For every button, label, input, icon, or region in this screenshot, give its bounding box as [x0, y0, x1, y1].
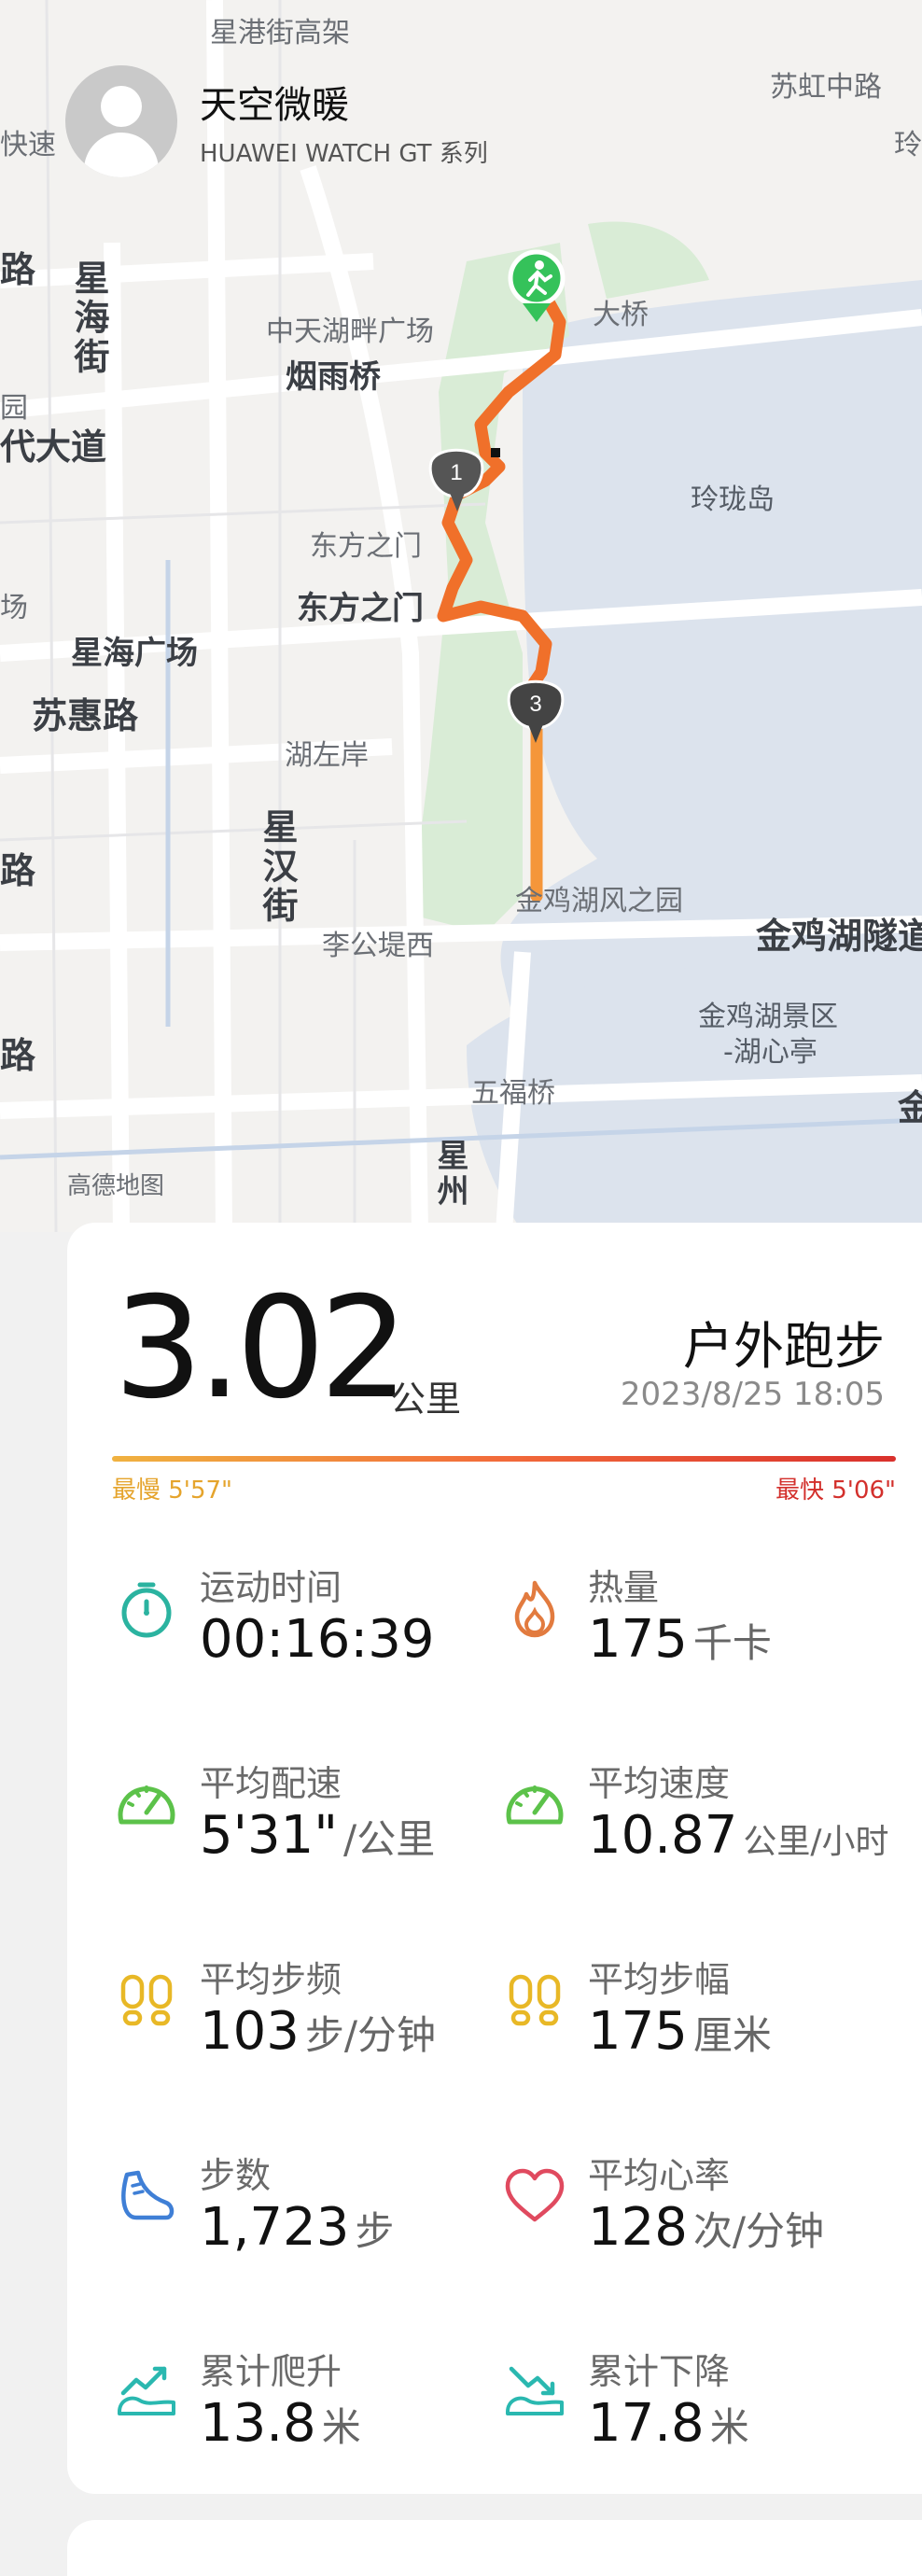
- stat-label: 平均心率: [588, 2155, 731, 2196]
- map-label: 苏虹中路: [770, 71, 882, 104]
- speedometer-icon: [506, 1785, 564, 1825]
- map-logo: 高德地图: [67, 1172, 165, 1200]
- fastest-pace: 最快 5'06": [775, 1477, 896, 1505]
- map-label: 东方之门: [297, 590, 424, 627]
- climb-icon: [118, 2366, 175, 2415]
- stat-unit: 米: [709, 2404, 749, 2450]
- map-label: 路: [0, 1035, 36, 1076]
- workout-datetime: 2023/8/25 18:05: [620, 1376, 885, 1413]
- distance-unit: 公里: [390, 1379, 462, 1420]
- avatar-head: [101, 86, 142, 127]
- footprints-icon: [509, 1974, 561, 2026]
- stat-steps: 步数 1,723 步: [114, 2147, 487, 2277]
- map-label: 星海街: [68, 259, 109, 377]
- map-label: 代大道: [0, 427, 107, 468]
- map-label: 苏惠路: [32, 695, 139, 736]
- stat-label: 累计下降: [588, 2351, 731, 2392]
- stat-calories: 热量 175 千卡: [502, 1559, 894, 1689]
- stat-avg-cadence: 平均步频 103 步/分钟: [114, 1951, 487, 2081]
- avatar-body: [84, 133, 159, 177]
- stat-duration: 运动时间 00:16:39: [114, 1559, 487, 1689]
- map-label: 园: [0, 392, 28, 425]
- stat-avg-heart-rate: 平均心率 128 次/分钟: [502, 2147, 894, 2277]
- stat-label: 累计爬升: [200, 2351, 342, 2392]
- stat-total-descent: 累计下降 17.8 米: [502, 2343, 894, 2473]
- map-label: 玲: [894, 129, 922, 161]
- map-label: 快速: [0, 129, 56, 161]
- map-label: 玲珑岛: [691, 483, 775, 516]
- avatar[interactable]: [65, 65, 177, 177]
- km-marker-label: 3: [529, 692, 541, 717]
- stat-value: 00:16:39: [200, 1609, 435, 1670]
- stat-unit: 厘米: [692, 2012, 772, 2058]
- stat-value: 103: [200, 2001, 300, 2062]
- shoe-icon: [121, 2170, 175, 2220]
- distance-value: 3.02: [114, 1267, 409, 1430]
- stat-total-ascent: 累计爬升 13.8 米: [114, 2343, 487, 2473]
- map-label: 烟雨桥: [286, 358, 381, 396]
- map-label: 星海广场: [71, 635, 198, 672]
- map-label: -湖心亭: [723, 1036, 817, 1069]
- flame-icon: [514, 1580, 555, 1638]
- user-header[interactable]: 天空微暖 HUAWEI WATCH GT 系列: [65, 65, 488, 177]
- next-section-card: [67, 2520, 922, 2576]
- km-marker-label: 1: [450, 460, 462, 485]
- footprints-icon: [120, 1974, 173, 2026]
- sport-type: 户外跑步: [683, 1317, 885, 1376]
- stat-unit: 米: [321, 2404, 361, 2450]
- map-label: 金鸡湖隧道: [756, 916, 922, 957]
- stat-unit: 步: [355, 2208, 395, 2254]
- map-label: 金: [898, 1087, 922, 1128]
- speedometer-icon: [118, 1785, 175, 1825]
- map-label: 路: [0, 249, 36, 290]
- stat-value: 13.8: [200, 2393, 316, 2454]
- stat-value: 128: [588, 2197, 688, 2258]
- stat-label: 步数: [200, 2155, 272, 2196]
- map-label: 大桥: [593, 299, 649, 331]
- stat-value: 1,723: [200, 2197, 350, 2258]
- map-label: 星州: [431, 1139, 468, 1210]
- stat-label: 平均配速: [200, 1763, 342, 1804]
- route-map[interactable]: 1 3 星港街高架 苏虹中路 快速 玲 中天湖畔广场 大桥 烟雨桥 星海街 路 代…: [0, 0, 922, 1232]
- stat-unit: /公里: [343, 1816, 436, 1862]
- stat-value: 5'31": [200, 1805, 339, 1866]
- map-label: 场: [0, 592, 28, 624]
- map-label: 路: [0, 850, 36, 891]
- stat-value: 10.87: [588, 1805, 738, 1866]
- stopwatch-icon: [121, 1582, 172, 1638]
- stat-unit: 公里/小时: [743, 1823, 889, 1861]
- map-label: 李公堤西: [322, 930, 434, 962]
- descent-icon: [506, 2366, 564, 2415]
- stat-avg-stride: 平均步幅 175 厘米: [502, 1951, 894, 2081]
- stat-avg-pace: 平均配速 5'31"/公里: [114, 1755, 487, 1885]
- map-label: 东方之门: [310, 530, 422, 563]
- stat-label: 运动时间: [200, 1567, 342, 1608]
- user-name: 天空微暖: [200, 83, 349, 127]
- stat-label: 热量: [588, 1567, 660, 1608]
- map-label: 湖左岸: [285, 739, 369, 772]
- stat-label: 平均步幅: [588, 1959, 731, 2000]
- stat-label: 平均步频: [200, 1959, 342, 2000]
- map-label: 金鸡湖风之园: [515, 885, 683, 917]
- stat-value: 17.8: [588, 2393, 705, 2454]
- map-label: 星港街高架: [210, 17, 350, 49]
- stat-value: 175: [588, 1609, 688, 1670]
- workout-summary-card: 3.02 公里 户外跑步 2023/8/25 18:05 最慢 5'57" 最快…: [67, 1223, 922, 2494]
- map-label: 五福桥: [471, 1077, 555, 1110]
- map-label: 中天湖畔广场: [266, 315, 434, 348]
- pace-gradient-bar: [112, 1456, 896, 1462]
- device-name: HUAWEI WATCH GT 系列: [200, 139, 488, 168]
- stat-unit: 步/分钟: [304, 2012, 437, 2058]
- map-label: 星汉街: [257, 808, 298, 926]
- heart-icon: [505, 2168, 565, 2222]
- stat-unit: 千卡: [692, 1620, 772, 1666]
- stat-value: 175: [588, 2001, 688, 2062]
- slowest-pace: 最慢 5'57": [112, 1477, 232, 1505]
- stat-unit: 次/分钟: [692, 2208, 825, 2254]
- stat-label: 平均速度: [588, 1763, 731, 1804]
- stat-avg-speed: 平均速度 10.87 公里/小时: [502, 1755, 913, 1885]
